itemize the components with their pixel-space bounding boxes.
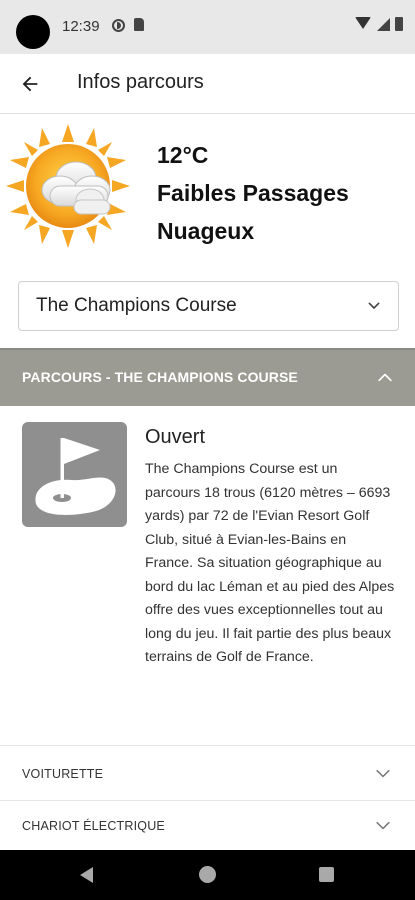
weather-panel: 12°C Faibles Passages Nuageux: [0, 120, 415, 270]
page-title: Infos parcours: [77, 71, 204, 93]
status-icons: [355, 17, 403, 31]
partly-cloudy-icon: [6, 124, 130, 248]
chevron-up-icon: [378, 373, 392, 382]
status-time: 12:39: [62, 18, 100, 35]
app-bar: Infos parcours: [0, 54, 415, 114]
chevron-down-icon: [376, 769, 390, 777]
row-chariot-electrique[interactable]: CHARIOT ÉLECTRIQUE: [0, 800, 415, 850]
battery-icon: [395, 17, 403, 31]
nav-recents-icon[interactable]: [319, 867, 334, 882]
camera-cutout-icon: [16, 15, 50, 49]
temperature: 12°C: [157, 142, 209, 168]
course-section-header[interactable]: PARCOURS - THE CHAMPIONS COURSE: [0, 348, 415, 406]
status-bar: 12:39: [0, 0, 415, 54]
nav-back-icon[interactable]: [80, 867, 93, 883]
weather-text: 12°C Faibles Passages Nuageux: [157, 136, 349, 250]
course-status: Ouvert: [145, 426, 206, 448]
back-button[interactable]: [14, 68, 46, 100]
chevron-down-icon: [368, 302, 380, 309]
arrow-left-icon: [22, 76, 38, 92]
golf-flag-green-icon: [35, 438, 116, 515]
row-label-voiturette: VOITURETTE: [22, 766, 104, 781]
weather-condition-line1: Faibles Passages: [157, 180, 349, 206]
course-select[interactable]: The Champions Course: [18, 281, 399, 331]
chevron-down-icon: [376, 821, 390, 829]
nav-home-icon[interactable]: [199, 866, 216, 883]
sd-card-icon: [134, 18, 144, 31]
weather-condition-line2: Nuageux: [157, 218, 255, 244]
course-select-value: The Champions Course: [36, 295, 237, 316]
wifi-icon: [355, 17, 371, 31]
course-description: The Champions Course est un parcours 18 …: [145, 461, 395, 665]
row-voiturette[interactable]: VOITURETTE: [0, 745, 415, 801]
system-nav-bar: [0, 850, 415, 900]
data-saver-icon: [112, 19, 125, 32]
course-image: [22, 422, 127, 527]
signal-icon: [376, 17, 390, 31]
row-label-chariot-electrique: CHARIOT ÉLECTRIQUE: [22, 818, 165, 833]
section-title: PARCOURS - THE CHAMPIONS COURSE: [22, 369, 298, 385]
